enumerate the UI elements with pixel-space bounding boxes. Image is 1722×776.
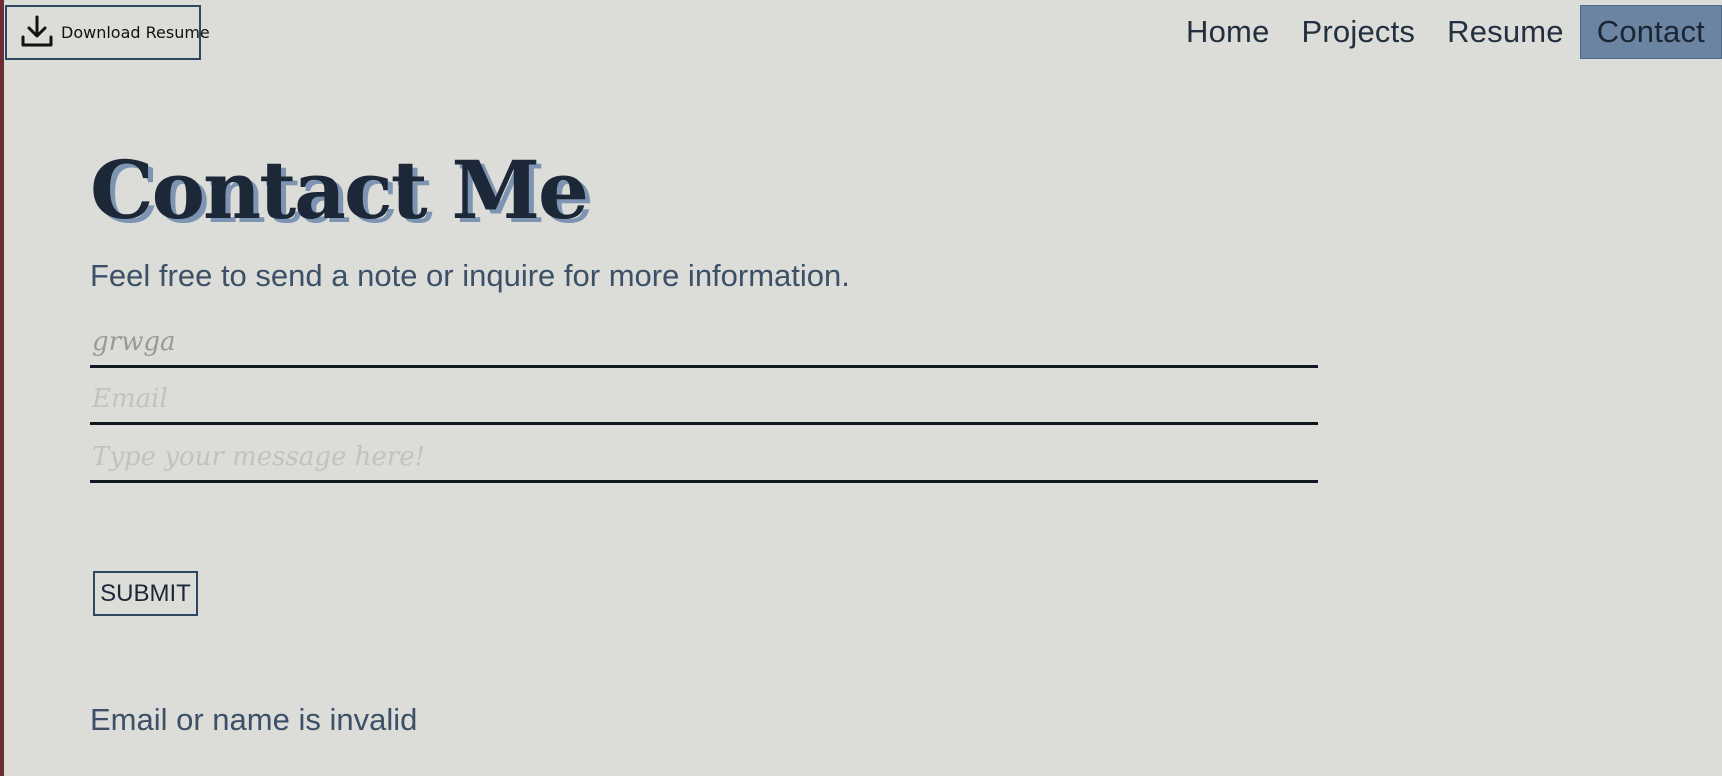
email-input[interactable]	[90, 375, 1318, 425]
download-resume-button[interactable]: Download Resume	[5, 5, 210, 60]
nav-item-home[interactable]: Home	[1170, 5, 1286, 59]
page-subtitle: Feel free to send a note or inquire for …	[90, 258, 850, 293]
submit-button[interactable]: SUBMIT	[93, 571, 198, 616]
nav-item-projects[interactable]: Projects	[1286, 5, 1432, 59]
nav-item-resume[interactable]: Resume	[1431, 5, 1580, 59]
message-input[interactable]	[90, 433, 1318, 483]
download-resume-label: Download Resume	[61, 23, 210, 42]
contact-page: Download Resume Home Projects Resume Con…	[0, 0, 1722, 776]
error-message: Email or name is invalid	[90, 702, 418, 737]
main-nav: Home Projects Resume Contact	[1170, 5, 1722, 59]
download-icon	[19, 13, 55, 53]
page-title: Contact Me	[90, 143, 589, 237]
name-input[interactable]	[90, 318, 1318, 368]
nav-item-contact[interactable]: Contact	[1579, 5, 1722, 59]
